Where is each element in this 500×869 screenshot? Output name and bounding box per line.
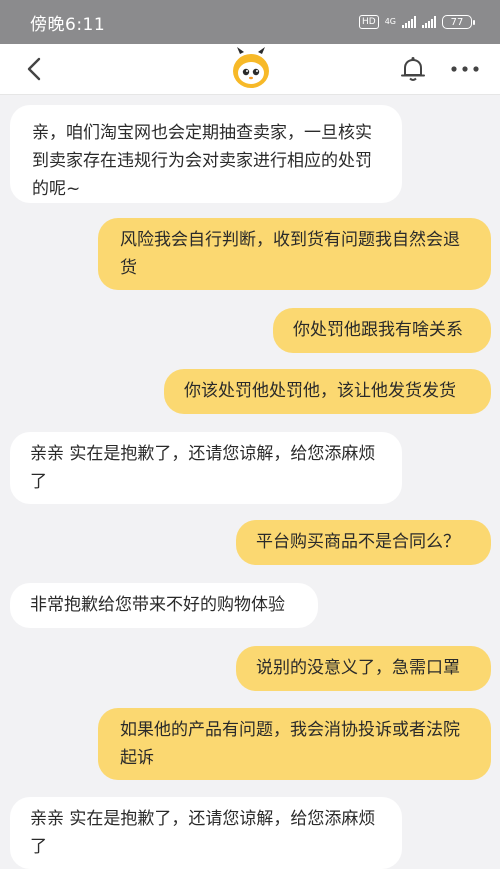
status-bar: 傍晚6:11 HD 4G 77 [0,0,500,44]
message-text: 平台购买商品不是合同么？ [256,532,460,552]
more-dots-icon[interactable] [448,54,482,84]
outgoing-message-bubble: 平台购买商品不是合同么？ [236,520,491,565]
status-time: 傍晚6:11 [30,14,106,35]
hd-badge: HD [359,15,379,29]
status-icons: HD 4G 77 [359,15,475,29]
signal-icon [402,16,416,28]
message-text: 你该处罚他处罚他，该让他发货发货 [184,381,456,401]
outgoing-message-bubble: 你该处罚他处罚他，该让他发货发货 [164,369,491,414]
message-text: 非常抱歉给您带来不好的购物体验 [30,595,285,615]
incoming-message-bubble: 亲亲 实在是抱歉了，还请您谅解，给您添麻烦了 [10,797,402,869]
message-text: 说别的没意义了，急需口罩 [256,658,460,678]
outgoing-message-bubble: 如果他的产品有问题，我会消协投诉或者法院起诉 [98,708,491,780]
bell-icon[interactable] [398,54,428,84]
message-text: 你处罚他跟我有啥关系 [293,320,463,340]
battery-icon: 77 [442,15,475,29]
message-text: 风险我会自行判断，收到货有问题我自然会退货 [120,230,460,278]
message-text: 亲亲 实在是抱歉了，还请您谅解，给您添麻烦了 [30,809,376,857]
outgoing-message-bubble: 风险我会自行判断，收到货有问题我自然会退货 [98,218,491,290]
outgoing-message-bubble: 你处罚他跟我有啥关系 [273,308,491,353]
battery-level: 77 [450,16,464,28]
message-text: 如果他的产品有问题，我会消协投诉或者法院起诉 [120,720,460,768]
chat-message-list[interactable]: 亲，咱们淘宝网也会定期抽查卖家，一旦核实到卖家存在违规行为会对卖家进行相应的处罚… [0,95,500,869]
outgoing-message-bubble: 说别的没意义了，急需口罩 [236,646,491,691]
signal-icon-2 [422,16,436,28]
taobao-mascot-icon [233,47,269,88]
network-type: 4G [384,17,396,26]
incoming-message-bubble: 亲，咱们淘宝网也会定期抽查卖家，一旦核实到卖家存在违规行为会对卖家进行相应的处罚… [10,105,402,203]
incoming-message-bubble: 亲亲 实在是抱歉了，还请您谅解，给您添麻烦了 [10,432,402,504]
message-text: 亲亲 实在是抱歉了，还请您谅解，给您添麻烦了 [30,444,376,492]
chevron-left-icon[interactable] [20,54,50,84]
incoming-message-bubble: 非常抱歉给您带来不好的购物体验 [10,583,318,628]
nav-bar [0,44,500,95]
message-text: 亲，咱们淘宝网也会定期抽查卖家，一旦核实到卖家存在违规行为会对卖家进行相应的处罚… [32,123,372,199]
